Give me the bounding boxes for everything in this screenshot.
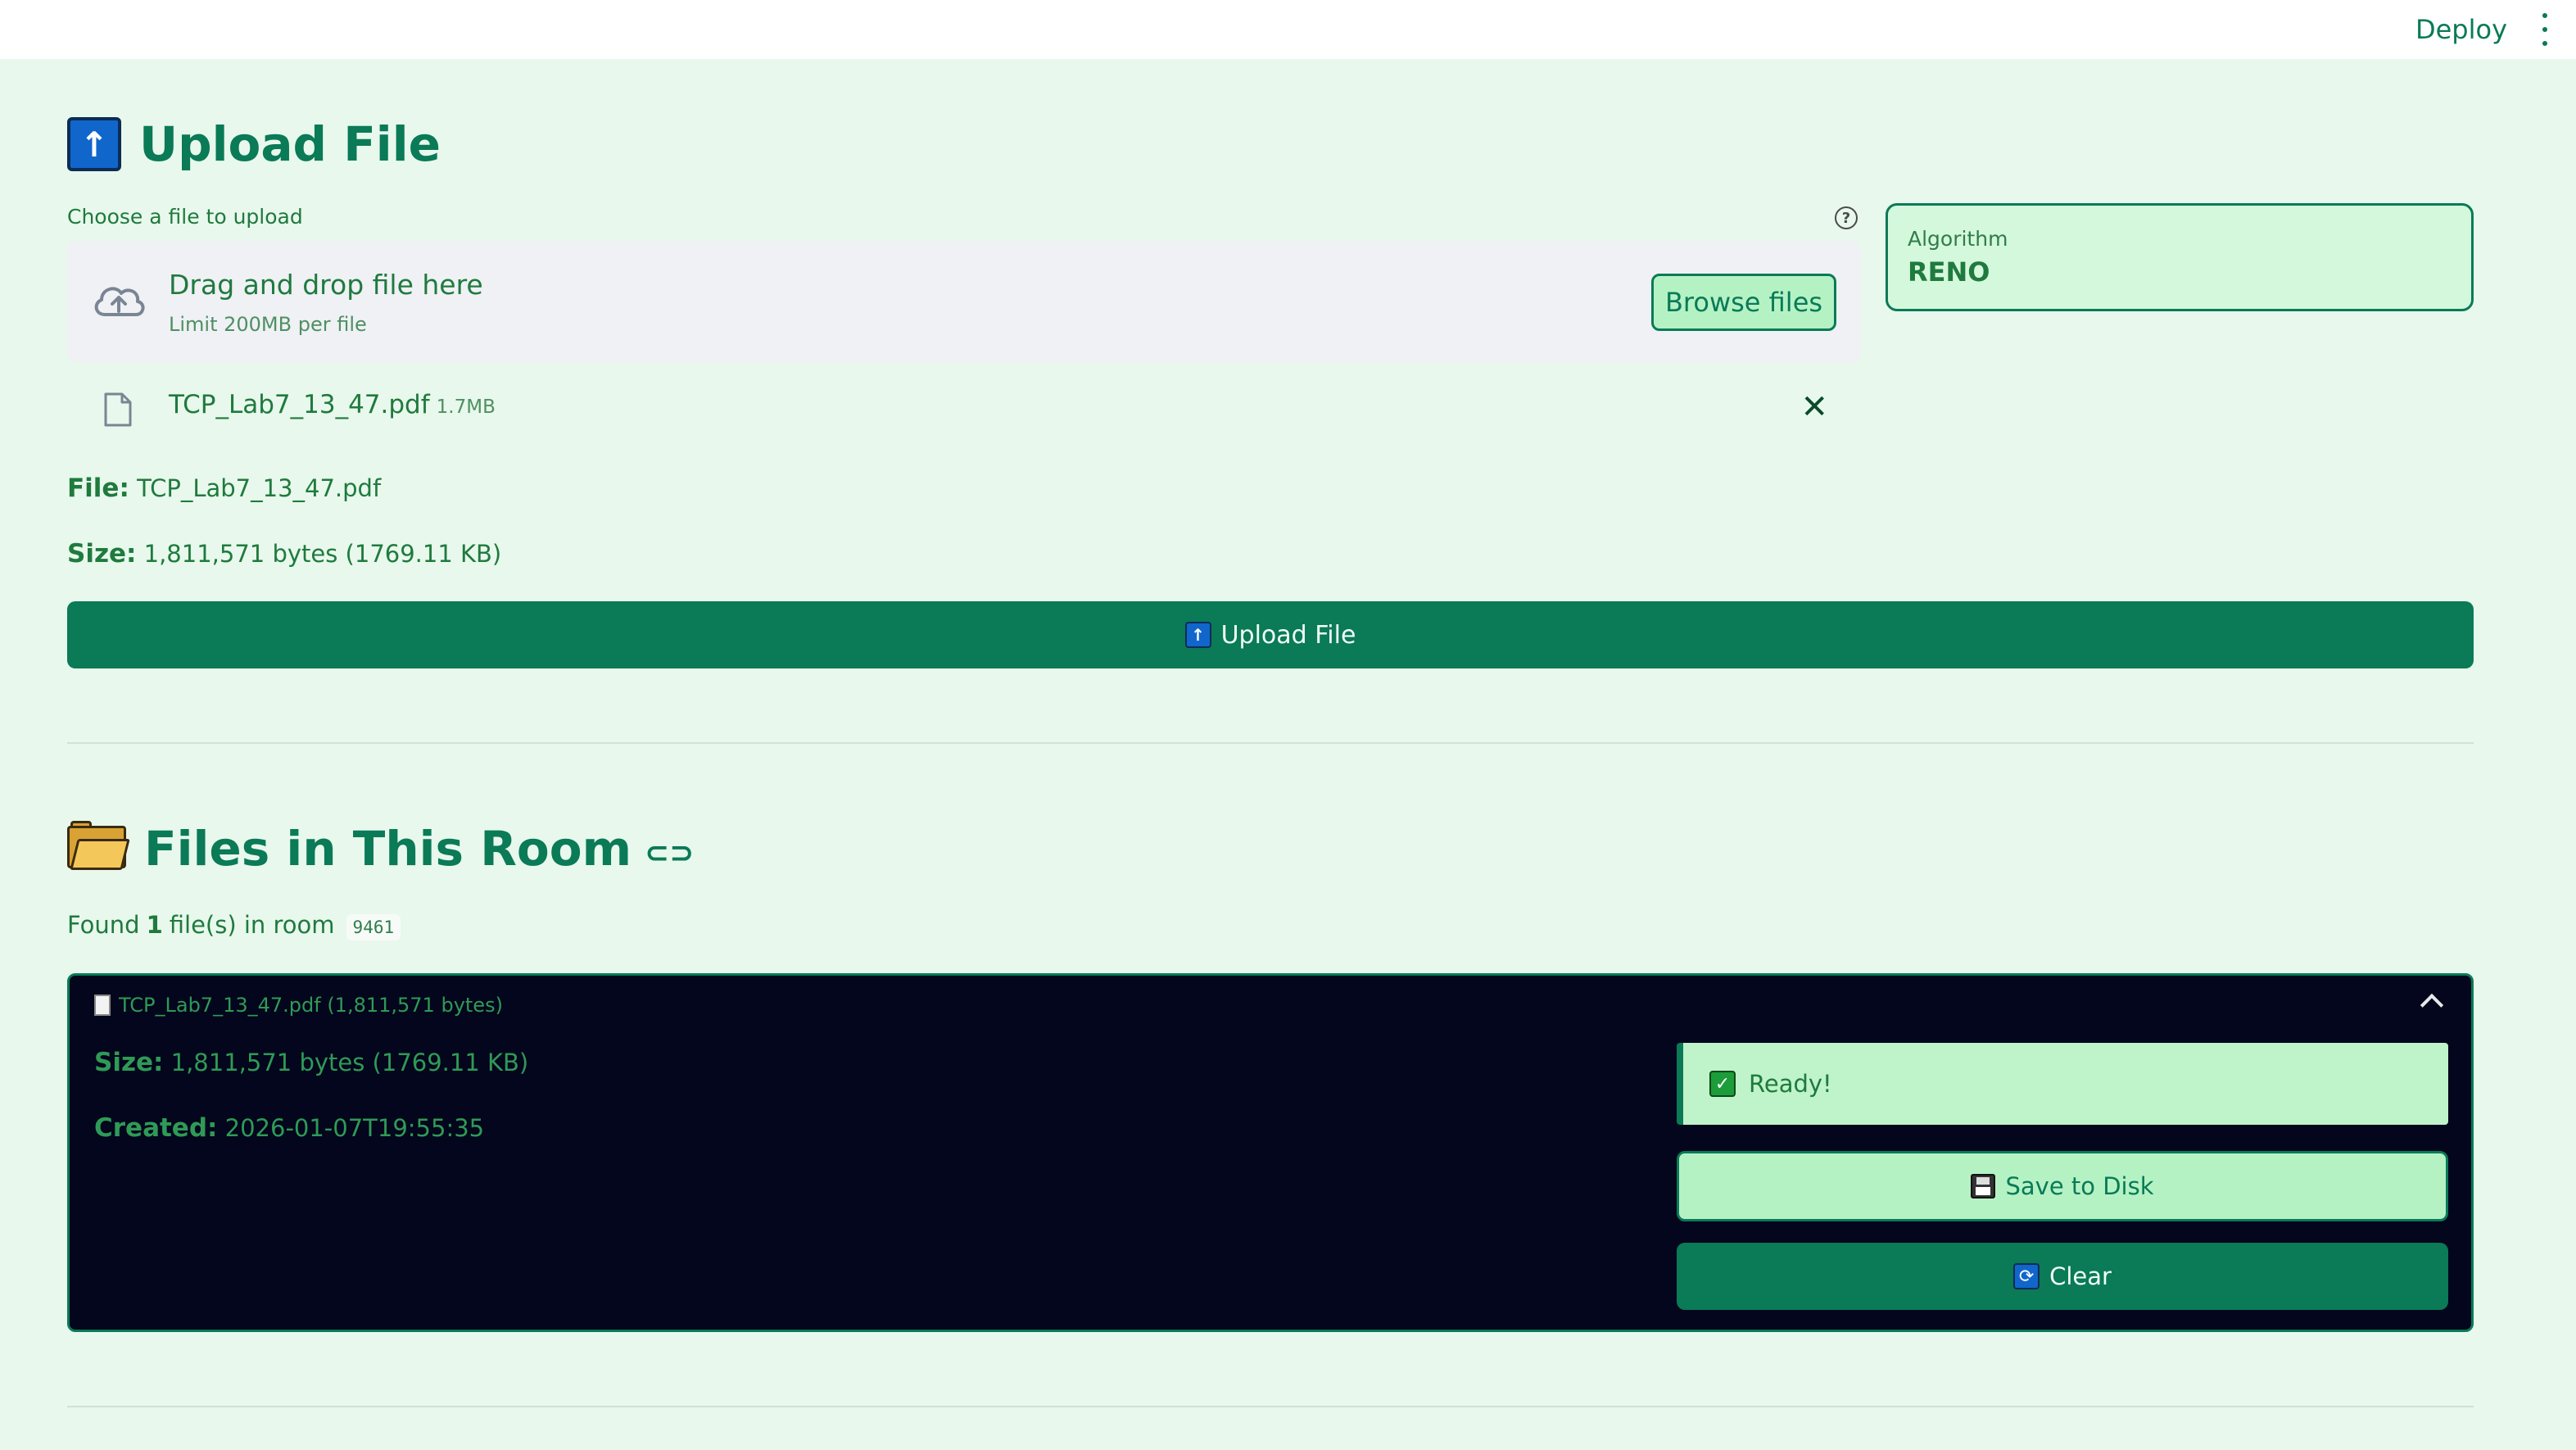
- size-label: Size:: [67, 539, 137, 569]
- check-icon: ✓: [1709, 1071, 1736, 1097]
- file-icon: [104, 392, 132, 427]
- uploaded-file-name: TCP_Lab7_13_47.pdf 1.7MB: [169, 390, 496, 419]
- chevron-up-icon[interactable]: [2420, 993, 2444, 1017]
- uploaded-file-size: 1.7MB: [436, 396, 496, 418]
- algorithm-metric: Algorithm RENO: [1886, 203, 2474, 311]
- upload-button-label: Upload File: [1220, 620, 1356, 650]
- created-label: Created:: [94, 1113, 218, 1143]
- status-badge: ✓ Ready!: [1677, 1043, 2448, 1125]
- remove-file-icon[interactable]: ✕: [1800, 388, 1828, 426]
- dropzone-title: Drag and drop file here: [169, 269, 483, 301]
- divider: [67, 742, 2474, 744]
- uploaded-file-row: TCP_Lab7_13_47.pdf 1.7MB ✕: [67, 378, 1861, 436]
- found-suffix: file(s) in room: [169, 911, 335, 939]
- uploader-label: Choose a file to upload: [67, 205, 303, 229]
- upload-title-text: Upload File: [139, 116, 441, 172]
- upload-section-title: ↑ Upload File: [67, 111, 441, 177]
- dropzone-limit: Limit 200MB per file: [169, 313, 367, 336]
- expander-size-label: Size:: [94, 1048, 164, 1077]
- expander-size-info: Size: 1,811,571 bytes (1769.11 KB): [94, 1048, 528, 1077]
- expander-header-text: TCP_Lab7_13_47.pdf (1,811,571 bytes): [119, 994, 503, 1017]
- divider: [67, 1406, 2474, 1407]
- main-menu-icon[interactable]: [2538, 13, 2551, 46]
- uploaded-file-name-text: TCP_Lab7_13_47.pdf: [169, 390, 430, 419]
- cloud-upload-icon: [94, 287, 145, 316]
- anchor-link-icon[interactable]: ⊂⊃: [645, 836, 694, 870]
- algorithm-label: Algorithm: [1908, 227, 2008, 251]
- page-icon: [94, 995, 111, 1016]
- save-to-disk-button[interactable]: Save to Disk: [1677, 1151, 2448, 1221]
- algorithm-value: RENO: [1908, 256, 1990, 288]
- upload-file-button[interactable]: ↑ Upload File: [67, 601, 2474, 668]
- file-expander[interactable]: TCP_Lab7_13_47.pdf (1,811,571 bytes) Siz…: [67, 973, 2474, 1332]
- browse-files-button[interactable]: Browse files: [1651, 274, 1836, 331]
- size-value: 1,811,571 bytes (1769.11 KB): [143, 540, 502, 568]
- found-files-summary: Found 1 file(s) in room 9461: [67, 911, 401, 940]
- expander-header[interactable]: TCP_Lab7_13_47.pdf (1,811,571 bytes): [94, 994, 503, 1017]
- refresh-icon: ⟳: [2013, 1263, 2040, 1289]
- help-icon[interactable]: ?: [1835, 206, 1858, 229]
- size-info: Size: 1,811,571 bytes (1769.11 KB): [67, 539, 501, 569]
- room-section-title: Files in This Room ⊂⊃: [67, 816, 694, 881]
- file-dropzone[interactable]: Drag and drop file here Limit 200MB per …: [67, 241, 1861, 362]
- save-button-label: Save to Disk: [2005, 1172, 2154, 1200]
- folder-icon: [67, 821, 130, 872]
- clear-button[interactable]: ⟳ Clear: [1677, 1243, 2448, 1310]
- room-id: 9461: [346, 914, 401, 940]
- floppy-disk-icon: [1971, 1174, 1996, 1199]
- status-text: Ready!: [1749, 1070, 1832, 1098]
- file-label: File:: [67, 474, 129, 503]
- file-info: File: TCP_Lab7_13_47.pdf: [67, 474, 381, 503]
- room-title-text: Files in This Room: [144, 821, 632, 877]
- file-value: TCP_Lab7_13_47.pdf: [137, 474, 382, 502]
- top-bar: Deploy: [0, 0, 2576, 59]
- up-arrow-icon: ↑: [67, 117, 121, 171]
- found-prefix: Found: [67, 911, 140, 939]
- up-arrow-icon: ↑: [1184, 622, 1211, 648]
- deploy-button[interactable]: Deploy: [2415, 8, 2507, 51]
- created-value: 2026-01-07T19:55:35: [224, 1114, 485, 1142]
- clear-button-label: Clear: [2049, 1262, 2112, 1290]
- found-count: 1: [146, 911, 163, 939]
- expander-size-value: 1,811,571 bytes (1769.11 KB): [170, 1049, 529, 1076]
- expander-created-info: Created: 2026-01-07T19:55:35: [94, 1113, 484, 1143]
